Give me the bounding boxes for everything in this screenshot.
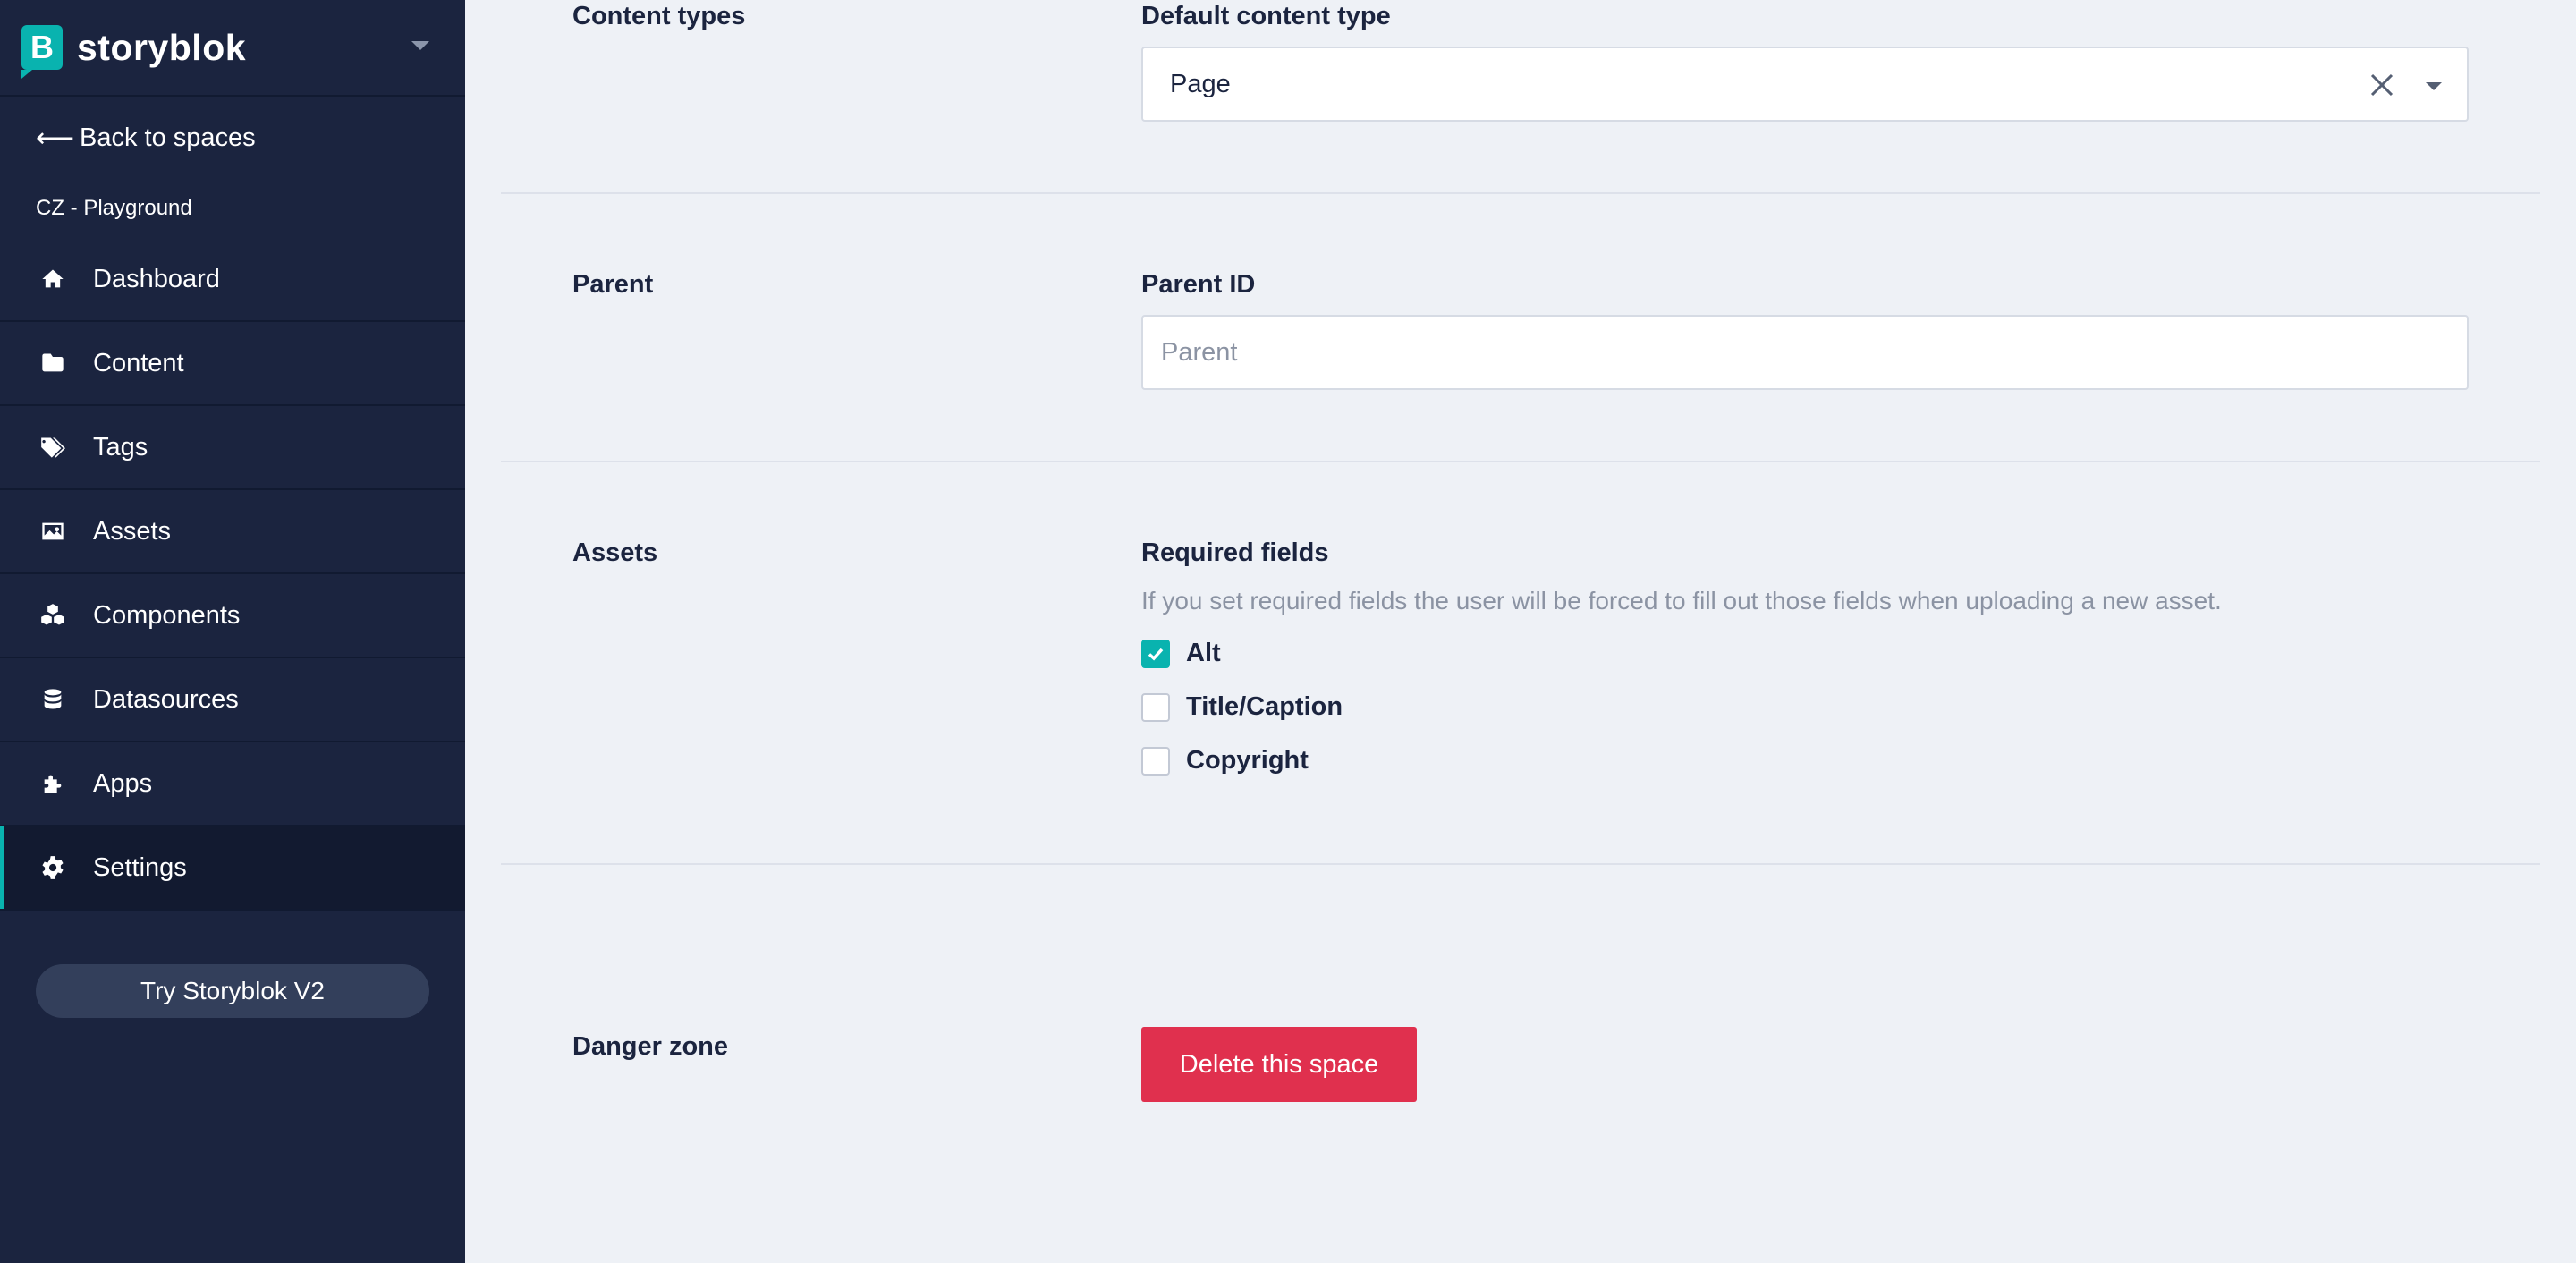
space-switcher[interactable]: B storyblok: [0, 0, 465, 97]
required-field-copyright[interactable]: Copyright: [1141, 746, 1309, 776]
default-content-type-value: Page: [1170, 69, 1231, 98]
sidebar-nav: Dashboard Content Tags Assets Components: [0, 238, 465, 911]
sidebar-item-tags[interactable]: Tags: [0, 406, 465, 490]
section-divider: [501, 192, 2540, 194]
copyright-checkbox[interactable]: [1141, 746, 1170, 776]
sidebar-item-label: Assets: [93, 516, 172, 546]
sidebar-item-label: Settings: [93, 852, 187, 882]
copyright-checkbox-label: Copyright: [1186, 746, 1309, 775]
check-icon: [1148, 648, 1164, 660]
back-to-spaces-link[interactable]: ⟵ Back to spaces: [0, 97, 465, 179]
sidebar-item-datasources[interactable]: Datasources: [0, 658, 465, 742]
sidebar-item-label: Content: [93, 348, 184, 377]
try-storyblok-v2-button[interactable]: Try Storyblok V2: [36, 964, 429, 1018]
sidebar-item-assets[interactable]: Assets: [0, 490, 465, 574]
image-icon: [39, 518, 66, 545]
delete-space-button[interactable]: Delete this space: [1141, 1027, 1417, 1102]
parent-id-label: Parent ID: [1141, 270, 1256, 299]
space-name: CZ - Playground: [36, 196, 192, 220]
arrow-left-icon: ⟵: [36, 123, 75, 153]
database-icon: [39, 686, 66, 713]
alt-checkbox-label: Alt: [1186, 639, 1221, 667]
required-field-alt[interactable]: Alt: [1141, 639, 1221, 668]
back-to-spaces-label: Back to spaces: [80, 123, 256, 152]
required-fields-label: Required fields: [1141, 538, 1329, 567]
puzzle-icon: [39, 770, 66, 797]
storyblok-logo-icon: B: [21, 25, 63, 79]
default-content-type-label: Default content type: [1141, 2, 1391, 30]
required-fields-hint: If you set required fields the user will…: [1141, 587, 2222, 615]
sidebar-item-content[interactable]: Content: [0, 322, 465, 406]
chevron-down-icon[interactable]: [2426, 82, 2442, 90]
section-divider: [501, 461, 2540, 462]
gear-icon: [39, 854, 66, 881]
danger-zone-section-label: Danger zone: [572, 1032, 729, 1061]
sidebar: B storyblok ⟵ Back to spaces CZ - Playgr…: [0, 0, 465, 1263]
title-caption-checkbox[interactable]: [1141, 692, 1170, 722]
sidebar-item-settings[interactable]: Settings: [0, 826, 465, 911]
sidebar-item-label: Datasources: [93, 684, 239, 714]
cubes-icon: [39, 602, 66, 629]
folder-icon: [39, 350, 66, 377]
brand-name: storyblok: [77, 26, 247, 68]
required-field-title-caption[interactable]: Title/Caption: [1141, 692, 1343, 722]
tags-icon: [39, 434, 66, 461]
settings-main: Content types Default content type Page …: [465, 0, 2576, 1263]
assets-section-label: Assets: [572, 538, 658, 567]
sidebar-item-label: Apps: [93, 768, 153, 798]
clear-icon[interactable]: [2368, 72, 2395, 98]
home-icon: [39, 266, 66, 292]
content-types-section-label: Content types: [572, 2, 746, 30]
title-caption-checkbox-label: Title/Caption: [1186, 692, 1343, 721]
sidebar-item-apps[interactable]: Apps: [0, 742, 465, 826]
parent-id-input[interactable]: [1161, 337, 2467, 368]
parent-section-label: Parent: [572, 270, 654, 299]
sidebar-item-components[interactable]: Components: [0, 574, 465, 658]
sidebar-item-label: Tags: [93, 432, 148, 462]
sidebar-item-label: Components: [93, 600, 241, 630]
parent-id-field-wrapper: [1141, 315, 2469, 390]
alt-checkbox[interactable]: [1141, 639, 1170, 668]
sidebar-item-label: Dashboard: [93, 264, 220, 293]
chevron-down-icon[interactable]: [411, 41, 429, 50]
sidebar-item-dashboard[interactable]: Dashboard: [0, 238, 465, 322]
default-content-type-select[interactable]: Page: [1141, 47, 2469, 122]
section-divider: [501, 863, 2540, 865]
